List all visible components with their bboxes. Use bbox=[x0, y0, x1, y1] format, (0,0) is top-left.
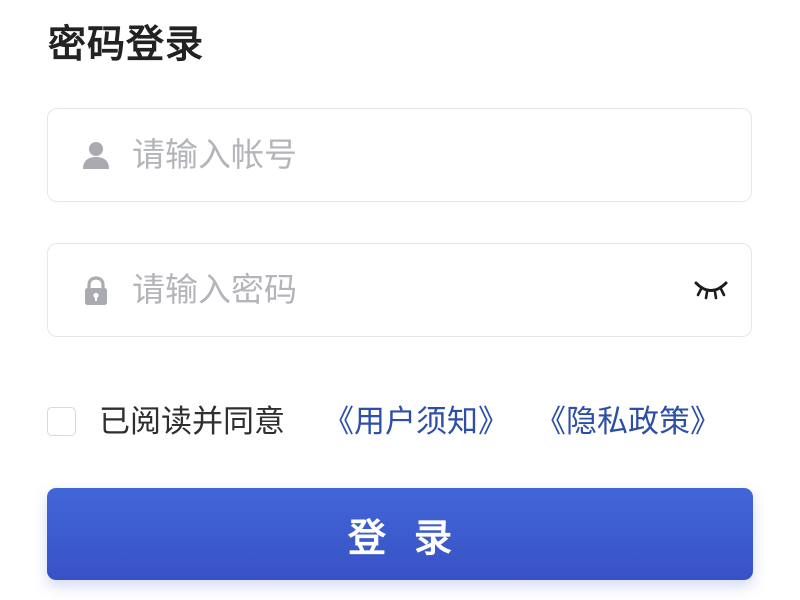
user-terms-link[interactable]: 《用户须知》 bbox=[323, 404, 509, 440]
password-input[interactable] bbox=[132, 244, 672, 335]
account-field[interactable] bbox=[47, 108, 752, 202]
user-icon bbox=[83, 142, 109, 169]
agreement-row: 已阅读并同意 《用户须知》 《隐私政策》 bbox=[47, 404, 767, 444]
privacy-policy-link[interactable]: 《隐私政策》 bbox=[535, 404, 721, 440]
agreement-text: 已阅读并同意 bbox=[99, 404, 285, 440]
agreement-checkbox[interactable] bbox=[47, 407, 76, 436]
lock-icon bbox=[85, 276, 107, 305]
account-input[interactable] bbox=[132, 109, 672, 200]
eye-closed-icon[interactable] bbox=[693, 274, 729, 306]
page-title: 密码登录 bbox=[48, 22, 205, 66]
login-button[interactable]: 登录 bbox=[47, 488, 753, 580]
password-field[interactable] bbox=[47, 243, 752, 337]
